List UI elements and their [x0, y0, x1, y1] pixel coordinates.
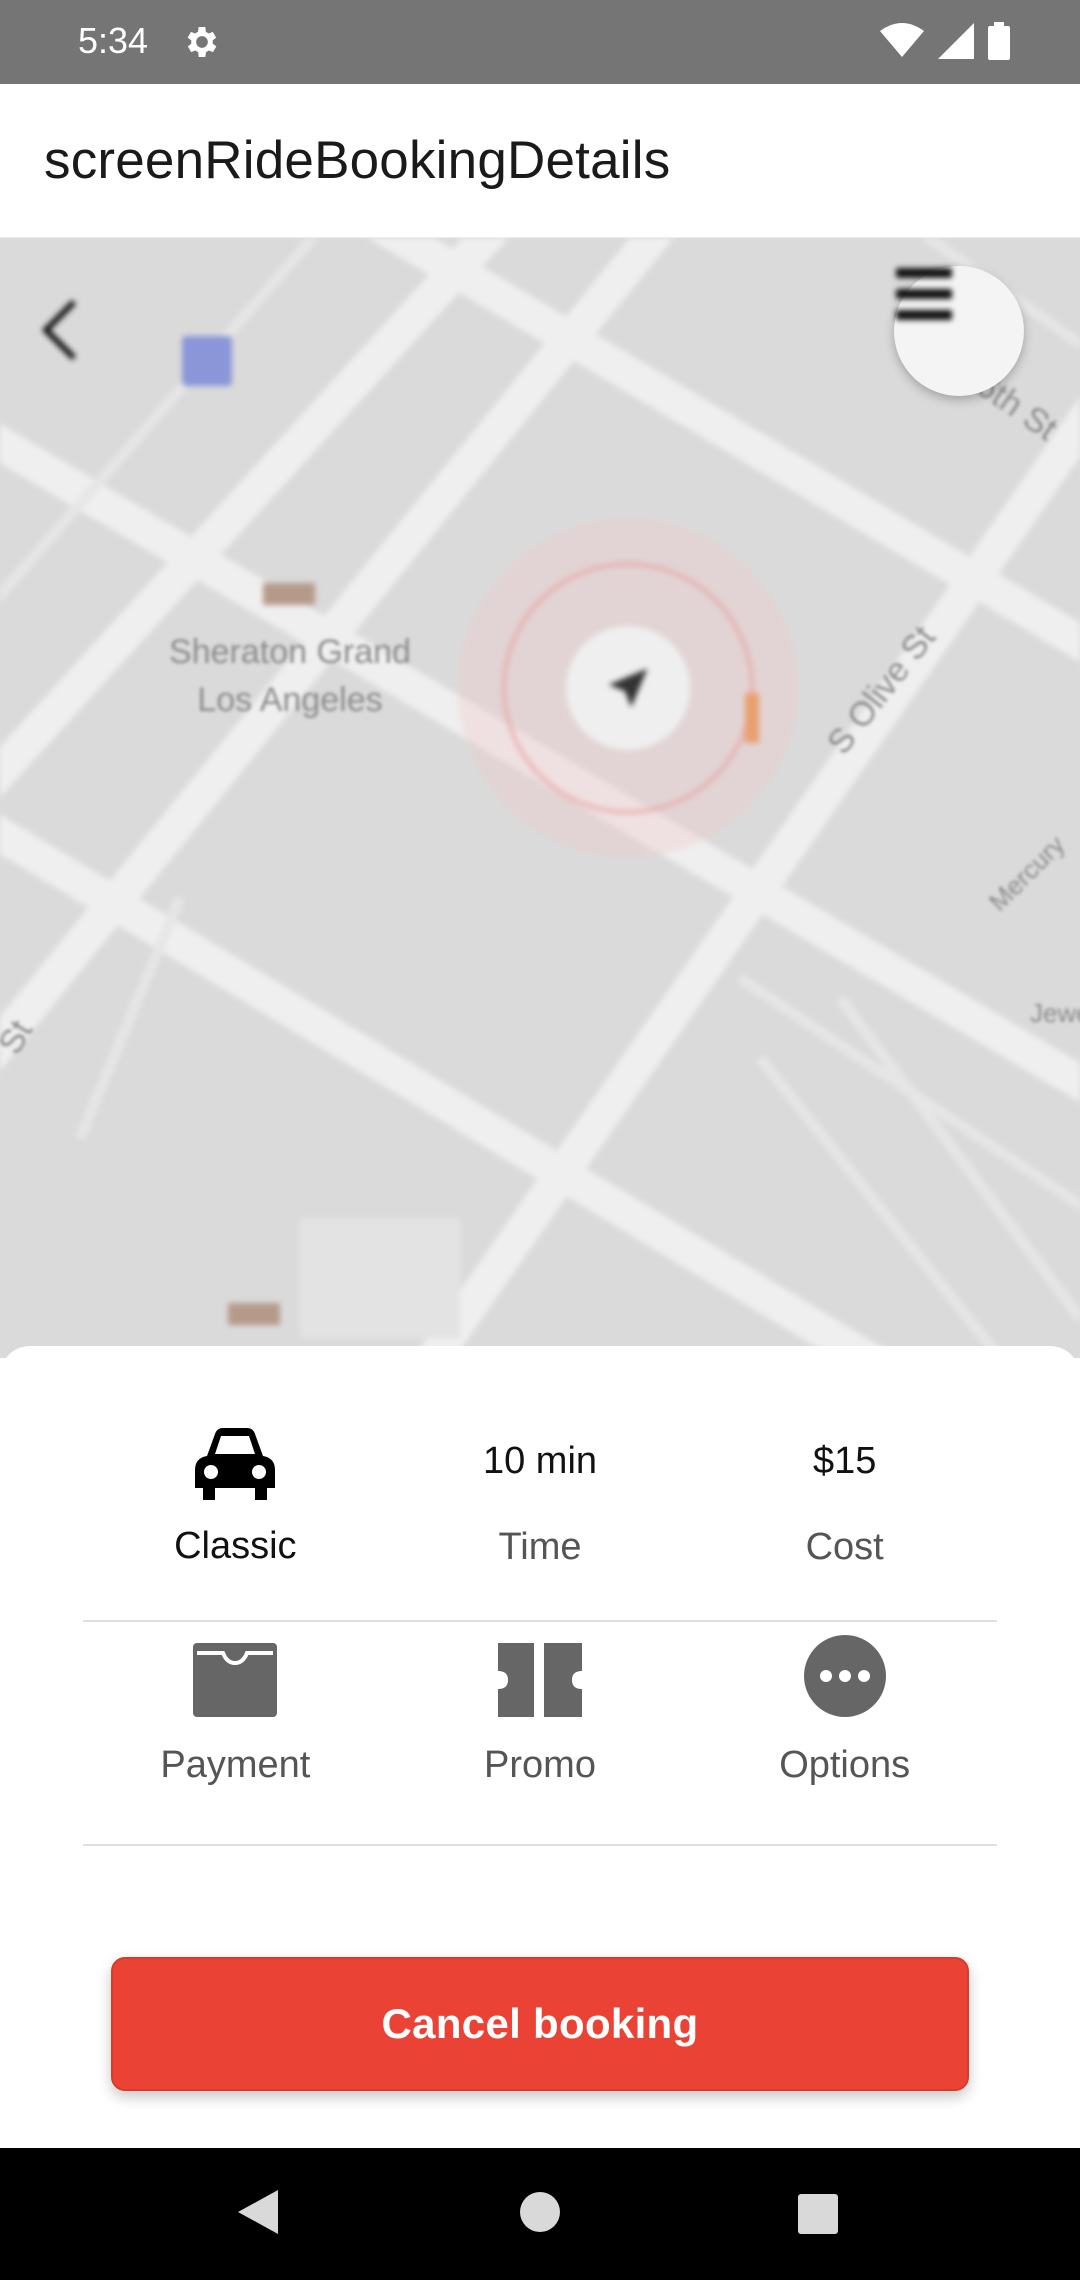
nav-recents-icon[interactable]	[798, 2194, 838, 2239]
status-bar: 5:34	[0, 0, 1080, 84]
ride-type-label: Classic	[174, 1525, 297, 1567]
cellular-signal-icon	[938, 23, 974, 64]
back-button[interactable]	[40, 298, 100, 378]
more-horizontal-icon	[803, 1635, 886, 1722]
more-options[interactable]: Options	[692, 1622, 997, 1832]
options-label: Options	[779, 1744, 911, 1786]
nav-back-icon[interactable]	[236, 2188, 280, 2241]
divider	[83, 1844, 997, 1846]
ride-info-row: Classic 10 min Time $15 Cost	[83, 1416, 997, 1606]
navigation-arrow-icon	[602, 662, 654, 714]
cost-label: Cost	[805, 1526, 884, 1568]
payment-label: Payment	[160, 1744, 311, 1786]
nav-home-icon[interactable]	[518, 2190, 562, 2239]
app-bar: screenRideBookingDetails	[0, 84, 1080, 238]
time-info: 10 min Time	[388, 1416, 693, 1606]
options-row: Payment Promo Options	[83, 1622, 997, 1832]
page-title: screenRideBookingDetails	[44, 131, 671, 190]
ticket-icon	[498, 1643, 582, 1722]
settings-gear-icon	[182, 22, 222, 62]
wifi-icon	[880, 23, 924, 64]
booking-details-sheet: Classic 10 min Time $15 Cost Payment Pro…	[0, 1346, 1080, 2148]
cost-info: $15 Cost	[692, 1416, 997, 1606]
promo-label: Promo	[484, 1744, 596, 1786]
ride-type[interactable]: Classic	[83, 1416, 388, 1606]
cancel-booking-button[interactable]: Cancel booking	[111, 1957, 969, 2091]
battery-icon	[988, 22, 1010, 65]
time-label: Time	[498, 1526, 582, 1568]
map-view[interactable]: Sheraton Grand Los Angeles S Olive St 6t…	[0, 238, 1080, 1358]
system-nav-bar	[0, 2148, 1080, 2280]
menu-button[interactable]	[894, 266, 1024, 396]
car-icon	[193, 1426, 277, 1507]
time-value: 10 min	[482, 1440, 598, 1482]
wallet-icon	[193, 1643, 278, 1722]
map-label-hotel: Sheraton Grand Los Angeles	[169, 633, 411, 719]
status-time: 5:34	[78, 20, 149, 61]
cost-value: $15	[812, 1440, 877, 1482]
map-background	[0, 238, 1080, 1358]
map-label-jewel: Jewel	[1030, 998, 1080, 1028]
payment-option[interactable]: Payment	[83, 1622, 388, 1832]
promo-option[interactable]: Promo	[388, 1622, 693, 1832]
